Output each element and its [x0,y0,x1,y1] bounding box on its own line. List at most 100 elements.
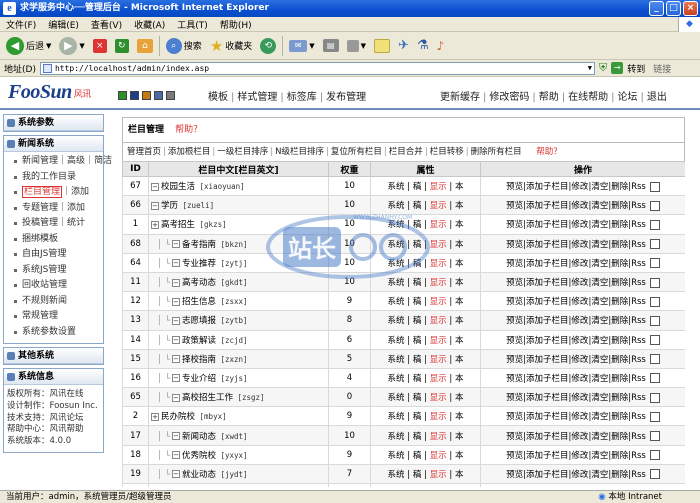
action-4[interactable]: 清空 [591,182,608,192]
action-4[interactable]: 清空 [591,374,608,384]
attr-3[interactable]: 显示 [430,220,447,230]
action-2[interactable]: 添加子栏目 [526,355,569,365]
action-4[interactable]: 清空 [591,240,608,250]
ops-link[interactable]: 管理首页 [127,147,161,157]
action-3[interactable]: 修改 [571,201,588,211]
action-1[interactable]: 预览 [506,451,523,461]
discuss-button[interactable] [372,35,392,57]
action-6[interactable]: Rss [631,393,646,403]
action-2[interactable]: 添加子栏目 [526,240,569,250]
attr-3[interactable]: 显示 [430,336,447,346]
ops-link[interactable]: 复位所有栏目 [331,147,382,157]
action-6[interactable]: Rss [631,336,646,346]
action-5[interactable]: 删除 [611,393,628,403]
action-5[interactable]: 删除 [611,297,628,307]
maximize-button[interactable]: □ [666,1,681,16]
nav-right-link-4[interactable]: 在线帮助 [568,92,608,103]
attr-3[interactable]: 显示 [430,278,447,288]
nav-left-link-1[interactable]: 模板 [208,92,228,103]
other-title[interactable]: 其他系统 [4,348,103,364]
action-1[interactable]: 预览 [506,470,523,480]
action-3[interactable]: 修改 [571,259,588,269]
sidebar-item-label[interactable]: 专题管理 [22,203,58,213]
attr-3[interactable]: 显示 [430,374,447,384]
attr-4[interactable]: 本 [455,432,464,442]
attr-4[interactable]: 本 [455,393,464,403]
go-arrow-icon[interactable]: → [611,62,624,74]
action-5[interactable]: 删除 [611,470,628,480]
menu-favorites[interactable]: 收藏(A) [134,18,165,31]
action-6[interactable]: Rss [631,220,646,230]
action-6[interactable]: Rss [631,412,646,422]
row-checkbox[interactable] [649,354,660,365]
action-1[interactable]: 预览 [506,240,523,250]
action-5[interactable]: 删除 [611,374,628,384]
action-5[interactable]: 删除 [611,201,628,211]
sidebar-item-sublink[interactable]: 添加 [71,187,89,197]
row-checkbox[interactable] [649,392,660,403]
style-swatch-4[interactable] [154,91,163,100]
action-5[interactable]: 删除 [611,451,628,461]
collapse-icon[interactable]: − [171,240,180,249]
column-name[interactable]: 新闻动态 [182,432,216,442]
action-3[interactable]: 修改 [571,336,588,346]
action-3[interactable]: 修改 [571,240,588,250]
sidebar-item-sublink[interactable]: 高级 [67,156,85,166]
action-1[interactable]: 预览 [506,336,523,346]
ops-link[interactable]: 栏目合并 [389,147,423,157]
sidebar-item-label[interactable]: 投稿管理 [22,218,58,228]
attr-1[interactable]: 系统 [388,240,405,250]
collapse-icon[interactable]: − [171,336,180,345]
column-name[interactable]: 高考动态 [182,278,216,288]
attr-4[interactable]: 本 [455,259,464,269]
action-6[interactable]: Rss [631,240,646,250]
action-6[interactable]: Rss [631,355,646,365]
action-1[interactable]: 预览 [506,412,523,422]
history-button[interactable]: ⟲ [258,35,278,57]
action-2[interactable]: 添加子栏目 [526,297,569,307]
row-checkbox[interactable] [649,296,660,307]
row-checkbox[interactable] [649,219,660,230]
collapse-icon[interactable]: − [171,374,180,383]
action-1[interactable]: 预览 [506,355,523,365]
action-2[interactable]: 添加子栏目 [526,278,569,288]
action-6[interactable]: Rss [631,432,646,442]
close-button[interactable]: × [683,1,698,16]
action-3[interactable]: 修改 [571,220,588,230]
collapse-icon[interactable]: − [171,432,180,441]
action-1[interactable]: 预览 [506,393,523,403]
row-checkbox[interactable] [649,469,660,480]
ops-link[interactable]: 栏目转移 [430,147,464,157]
attr-4[interactable]: 本 [455,374,464,384]
action-3[interactable]: 修改 [571,316,588,326]
params-title[interactable]: 系统参数 [4,115,103,131]
row-checkbox[interactable] [649,200,660,211]
action-2[interactable]: 添加子栏目 [526,201,569,211]
action-1[interactable]: 预览 [506,182,523,192]
column-name[interactable]: 高校招生工作 [182,393,233,403]
attr-1[interactable]: 系统 [388,451,405,461]
column-name[interactable]: 学历 [161,201,178,211]
media-button[interactable]: ♪ [435,35,447,57]
nav-left-link-4[interactable]: 发布管理 [326,92,366,103]
action-2[interactable]: 添加子栏目 [526,259,569,269]
action-2[interactable]: 添加子栏目 [526,182,569,192]
row-checkbox[interactable] [649,315,660,326]
nav-right-link-2[interactable]: 修改密码 [489,92,529,103]
menu-view[interactable]: 查看(V) [91,18,122,31]
attr-1[interactable]: 系统 [388,182,405,192]
address-dropdown-icon[interactable]: ▼ [588,64,594,72]
edit-button[interactable]: ▼ [345,35,368,57]
collapse-icon[interactable]: − [151,201,159,210]
action-1[interactable]: 预览 [506,220,523,230]
action-6[interactable]: Rss [631,316,646,326]
action-6[interactable]: Rss [631,201,646,211]
action-1[interactable]: 预览 [506,374,523,384]
attr-4[interactable]: 本 [455,297,464,307]
action-5[interactable]: 删除 [611,220,628,230]
column-name[interactable]: 备考指南 [182,240,216,250]
attr-1[interactable]: 系统 [388,278,405,288]
collapse-icon[interactable]: − [151,182,159,191]
attr-3[interactable]: 显示 [430,182,447,192]
row-checkbox[interactable] [649,450,660,461]
